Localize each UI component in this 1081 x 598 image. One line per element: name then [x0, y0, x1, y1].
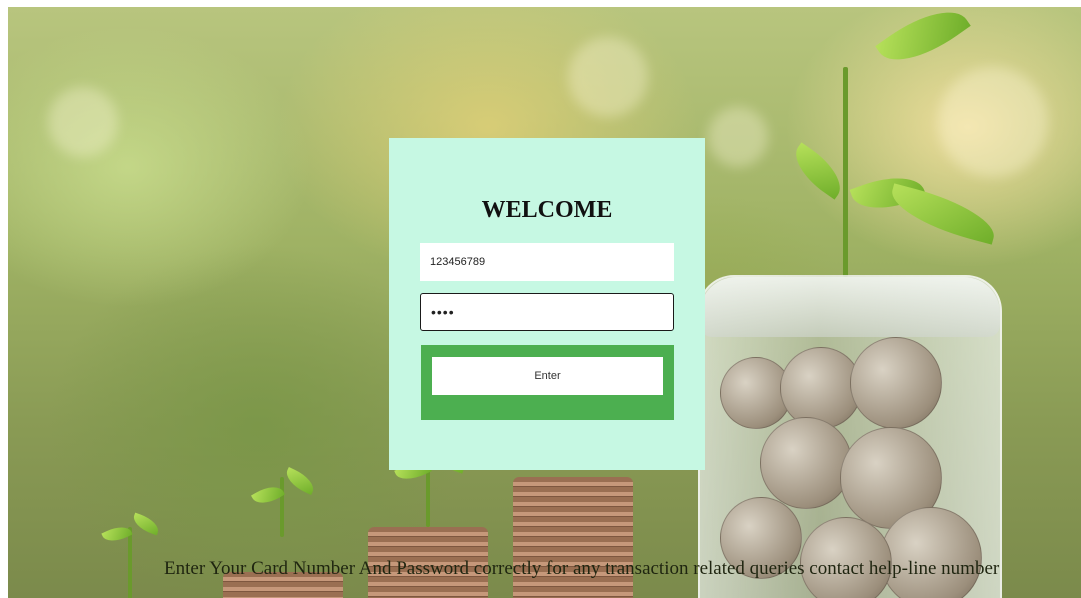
plant-leaf — [885, 183, 1001, 245]
bokeh-light — [938, 67, 1048, 177]
enter-button[interactable]: Enter — [432, 357, 663, 395]
coin — [760, 417, 852, 509]
plant-leaf — [785, 142, 851, 200]
jar-rim — [700, 277, 1000, 337]
plant-stem — [280, 477, 284, 537]
plant-stem — [843, 67, 848, 277]
plant-stem — [128, 527, 132, 598]
bokeh-light — [568, 37, 648, 117]
plant-leaf — [282, 466, 318, 496]
enter-button-frame: Enter — [421, 345, 674, 420]
coin — [880, 507, 982, 598]
plant-leaf — [875, 7, 971, 78]
bokeh-light — [48, 87, 118, 157]
coin-jar — [698, 275, 1002, 598]
plant-leaf — [130, 512, 162, 536]
card-number-input[interactable] — [420, 243, 674, 281]
footer-instructions: Enter Your Card Number And Password corr… — [164, 558, 1000, 579]
welcome-title: WELCOME — [481, 197, 613, 223]
password-input[interactable] — [420, 293, 674, 331]
bokeh-light — [708, 107, 768, 167]
coin — [850, 337, 942, 429]
